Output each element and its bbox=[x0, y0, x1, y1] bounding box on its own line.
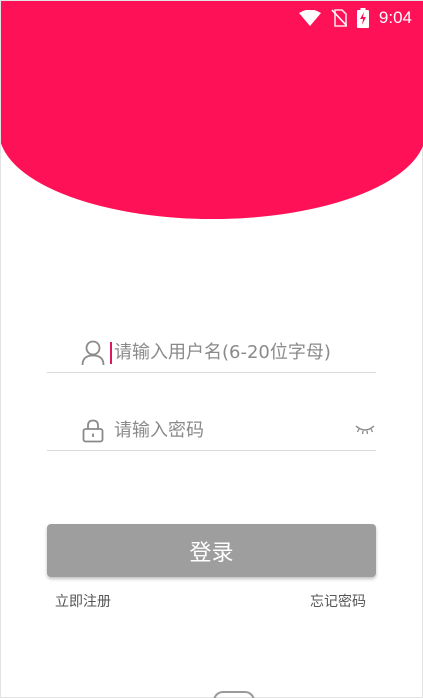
password-field[interactable] bbox=[47, 411, 376, 451]
status-time: 9:04 bbox=[378, 8, 412, 27]
battery-charging-icon bbox=[356, 8, 369, 28]
lock-icon bbox=[80, 418, 106, 444]
user-icon bbox=[80, 340, 106, 366]
password-input[interactable] bbox=[112, 420, 352, 441]
forgot-password-link[interactable]: 忘记密码 bbox=[310, 591, 366, 611]
register-link[interactable]: 立即注册 bbox=[55, 591, 111, 611]
wifi-icon bbox=[298, 10, 321, 26]
eye-closed-icon[interactable] bbox=[354, 421, 376, 437]
no-sim-icon bbox=[331, 9, 347, 27]
username-input[interactable] bbox=[112, 342, 352, 363]
status-bar: 9:04 bbox=[1, 1, 423, 35]
username-field[interactable] bbox=[47, 333, 376, 373]
login-button[interactable]: 登录 bbox=[47, 524, 376, 577]
home-indicator bbox=[213, 691, 255, 698]
